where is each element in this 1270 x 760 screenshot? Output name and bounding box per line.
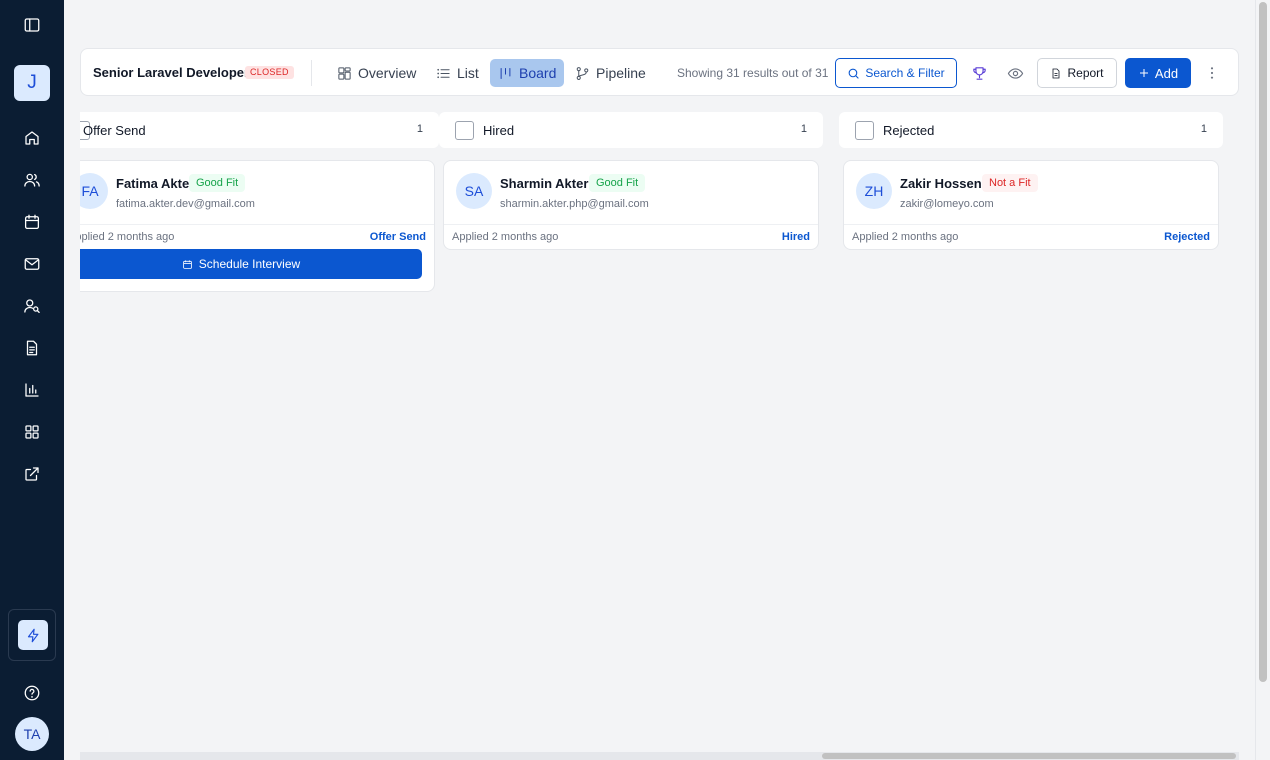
list-icon <box>437 68 450 78</box>
user-search-icon[interactable] <box>20 294 44 318</box>
schedule-interview-label: Schedule Interview <box>198 257 301 271</box>
trophy-icon[interactable] <box>969 63 989 83</box>
vertical-scrollbar[interactable] <box>1255 0 1270 760</box>
apps-icon[interactable] <box>20 420 44 444</box>
tab-pipeline[interactable]: Pipeline <box>567 59 654 87</box>
tab-list[interactable]: List <box>428 59 487 87</box>
column-title: Offer Send <box>83 123 146 138</box>
quick-action-panel <box>8 609 56 661</box>
horizontal-scrollbar-thumb[interactable] <box>822 753 1236 759</box>
kanban-board: Offer Send 1 FA Fatima Akter Good Fit fa… <box>80 112 1240 752</box>
column-title: Rejected <box>883 123 935 138</box>
file-icon <box>1053 68 1060 78</box>
candidate-name[interactable]: Sharmin Akter <box>500 176 588 191</box>
candidate-avatar: FA <box>80 173 108 209</box>
search-icon <box>848 68 860 79</box>
home-icon[interactable] <box>20 126 44 150</box>
column-select-checkbox[interactable] <box>855 121 874 140</box>
tab-pipeline-label: Pipeline <box>596 65 646 81</box>
bar-chart-icon[interactable] <box>20 378 44 402</box>
tab-board[interactable]: Board <box>490 59 565 87</box>
stage-link[interactable]: Rejected <box>1164 231 1210 243</box>
fit-badge: Good Fit <box>589 174 646 192</box>
schedule-interview-button[interactable]: Schedule Interview <box>80 249 422 279</box>
user-avatar[interactable]: TA <box>15 717 49 751</box>
fit-badge: Not a Fit <box>982 174 1038 192</box>
pipeline-icon <box>576 66 589 80</box>
tab-overview-label: Overview <box>358 65 417 81</box>
stage-link[interactable]: Offer Send <box>370 231 426 243</box>
stage-link[interactable]: Hired <box>782 231 810 243</box>
workspace-logo[interactable]: J <box>14 65 50 101</box>
plus-icon <box>1139 69 1148 77</box>
report-button[interactable]: Report <box>1037 58 1117 88</box>
applied-time: Applied 2 months ago <box>80 231 175 243</box>
sidebar: J TA <box>0 0 64 760</box>
candidate-avatar: SA <box>456 173 492 209</box>
horizontal-scrollbar[interactable] <box>80 752 1239 760</box>
column-title: Hired <box>483 123 515 138</box>
add-label: Add <box>1154 65 1179 81</box>
grid-icon <box>338 66 351 80</box>
lightning-icon[interactable] <box>18 620 48 650</box>
column-select-checkbox[interactable] <box>455 121 474 140</box>
tab-list-label: List <box>457 65 479 81</box>
eye-icon[interactable] <box>1005 63 1025 83</box>
board-icon <box>500 67 511 79</box>
external-link-icon[interactable] <box>20 462 44 486</box>
applied-time: Applied 2 months ago <box>452 231 559 243</box>
column-count: 1 <box>800 123 807 135</box>
add-button[interactable]: Add <box>1125 58 1191 88</box>
report-label: Report <box>1067 66 1104 80</box>
candidate-email: zakir@lomeyo.com <box>900 198 994 210</box>
candidate-card[interactable]: ZH Zakir Hossen Not a Fit zakir@lomeyo.c… <box>843 160 1219 250</box>
candidate-name[interactable]: Zakir Hossen <box>900 176 982 191</box>
candidate-email: fatima.akter.dev@gmail.com <box>116 198 255 210</box>
applied-time: Applied 2 months ago <box>852 231 959 243</box>
column-header: Offer Send 1 <box>80 112 439 148</box>
column-header: Hired 1 <box>439 112 823 148</box>
tab-board-label: Board <box>519 65 557 81</box>
header-divider <box>311 60 312 86</box>
candidate-name[interactable]: Fatima Akter <box>116 176 194 191</box>
column-header: Rejected 1 <box>839 112 1223 148</box>
more-options-icon[interactable] <box>1202 63 1222 83</box>
candidate-avatar: ZH <box>856 173 892 209</box>
tab-overview[interactable]: Overview <box>329 59 424 87</box>
document-icon[interactable] <box>20 336 44 360</box>
candidate-card[interactable]: SA Sharmin Akter Good Fit sharmin.akter.… <box>443 160 819 250</box>
calendar-icon[interactable] <box>20 210 44 234</box>
sidebar-toggle-icon[interactable] <box>20 13 44 37</box>
fit-badge: Good Fit <box>189 174 246 192</box>
candidate-email: sharmin.akter.php@gmail.com <box>500 198 649 210</box>
column-count: 1 <box>416 123 423 135</box>
results-count: Showing 31 results out of 31 <box>677 66 829 80</box>
vertical-scrollbar-thumb[interactable] <box>1259 2 1267 682</box>
column-count: 1 <box>1200 123 1207 135</box>
search-filter-label: Search & Filter <box>865 66 945 80</box>
search-filter-button[interactable]: Search & Filter <box>835 58 957 88</box>
job-header: Senior Laravel Developer CLOSED Overview… <box>80 48 1239 96</box>
help-icon[interactable] <box>20 681 44 705</box>
job-title: Senior Laravel Developer <box>93 65 250 80</box>
users-icon[interactable] <box>20 168 44 192</box>
calendar-icon <box>182 259 192 269</box>
mail-icon[interactable] <box>20 252 44 276</box>
candidate-card[interactable]: FA Fatima Akter Good Fit fatima.akter.de… <box>80 160 435 292</box>
status-badge: CLOSED <box>245 66 294 79</box>
